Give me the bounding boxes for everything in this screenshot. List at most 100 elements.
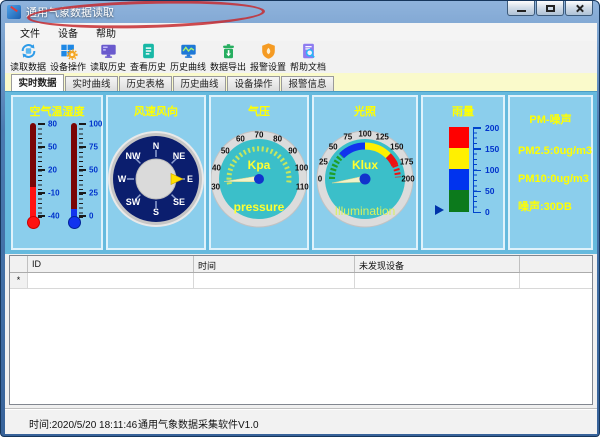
temperature-fill xyxy=(30,187,36,219)
maximize-icon xyxy=(546,5,555,12)
rain-scale-label: 150 xyxy=(485,144,499,154)
light-panel: 光照 Klux Illumination 0 25 50 75 xyxy=(312,95,418,250)
pressure-tick: 110 xyxy=(296,182,309,191)
help-doc-icon xyxy=(299,42,318,60)
document-icon xyxy=(139,42,158,60)
view-history-button[interactable]: 查看历史 xyxy=(128,41,168,73)
tab-history-table[interactable]: 历史表格 xyxy=(119,76,172,91)
menu-device[interactable]: 设备 xyxy=(49,23,87,42)
noise-value: 噪声:30DB xyxy=(518,198,572,214)
pressure-tick: 80 xyxy=(273,135,282,144)
pressure-tick: 40 xyxy=(212,163,221,172)
monitor-icon xyxy=(99,42,118,60)
dir-w: W xyxy=(118,174,127,184)
dir-nw: NW xyxy=(126,151,141,161)
dir-s: S xyxy=(153,207,159,217)
pressure-tick: 60 xyxy=(236,135,245,144)
rain-scale-label: 100 xyxy=(485,165,499,175)
grid-corner-cell xyxy=(10,256,28,272)
tool-label: 帮助文档 xyxy=(290,60,326,73)
rain-bar-blue xyxy=(449,169,469,190)
humidity-thermometer xyxy=(71,123,77,219)
pressure-tick: 30 xyxy=(211,182,220,191)
menu-bar: 文件 设备 帮助 xyxy=(5,23,597,41)
column-header-device[interactable]: 未发现设备 xyxy=(355,256,520,272)
history-curve-button[interactable]: 历史曲线 xyxy=(168,41,208,73)
tool-label: 读取数据 xyxy=(10,60,46,73)
rain-panel: 雨量 200 150 100 50 0 xyxy=(421,95,505,250)
device-operate-button[interactable]: 设备操作 xyxy=(48,41,88,73)
help-doc-button[interactable]: 帮助文档 xyxy=(288,41,328,73)
tab-device-operate[interactable]: 设备操作 xyxy=(227,76,280,91)
windows-gear-icon xyxy=(59,42,78,60)
tab-strip: 实时数据 实时曲线 历史表格 历史曲线 设备操作 报警信息 xyxy=(5,73,597,91)
device-data-grid[interactable]: ID 时间 未发现设备 * xyxy=(9,255,593,405)
app-icon xyxy=(7,5,21,19)
light-tick: 200 xyxy=(401,175,414,184)
tab-realtime-data[interactable]: 实时数据 xyxy=(11,74,64,91)
rain-scale-label: 50 xyxy=(485,186,494,196)
light-caption: Illumination xyxy=(335,204,396,218)
pm10-value: PM10:0ug/m3 xyxy=(518,173,589,185)
pressure-tick: 70 xyxy=(255,131,264,140)
realtime-data-panel: 空气温湿度 80 50 20 -10 -40 xyxy=(5,91,597,254)
status-app-version: 通用气象数据采集软件V1.0 xyxy=(138,416,259,431)
menu-file[interactable]: 文件 xyxy=(11,23,49,42)
light-tick: 50 xyxy=(329,143,338,152)
table-row[interactable]: * xyxy=(10,273,592,289)
dir-ne: NE xyxy=(173,151,186,161)
light-tick: 100 xyxy=(358,130,371,139)
dir-sw: SW xyxy=(126,197,141,207)
tab-alarm-info[interactable]: 报警信息 xyxy=(281,76,334,91)
temp-scale-label: -10 xyxy=(48,189,60,198)
read-data-button[interactable]: 读取数据 xyxy=(8,41,48,73)
rain-bar-yellow xyxy=(449,148,469,169)
light-tick: 25 xyxy=(319,157,328,166)
menu-help[interactable]: 帮助 xyxy=(87,23,125,42)
alarm-shield-icon xyxy=(259,42,278,60)
client-area: 文件 设备 帮助 读取数据 xyxy=(5,23,597,434)
pressure-tick: 90 xyxy=(288,146,297,155)
humidity-scale-label: 50 xyxy=(89,166,98,175)
temp-scale-label: -40 xyxy=(48,212,60,221)
humidity-scale-label: 25 xyxy=(89,189,98,198)
minimize-icon xyxy=(517,10,526,12)
data-export-button[interactable]: 数据导出 xyxy=(208,41,248,73)
light-gauge: Klux Illumination xyxy=(314,97,416,248)
tool-label: 数据导出 xyxy=(210,60,246,73)
pressure-panel: 气压 Kpa pressure 30 40 50 60 70 80 90 100 xyxy=(209,95,309,250)
column-header-time[interactable]: 时间 xyxy=(194,256,355,272)
export-bin-icon xyxy=(219,42,238,60)
pm-noise-panel: PM-噪声 PM2.5:0ug/m3 PM10:0ug/m3 噪声:30DB xyxy=(508,95,593,250)
rain-level-marker xyxy=(435,205,444,215)
pressure-unit: Kpa xyxy=(248,158,271,172)
pm-noise-title: PM-噪声 xyxy=(510,111,591,127)
column-header-id[interactable]: ID xyxy=(28,256,194,272)
tab-history-curve[interactable]: 历史曲线 xyxy=(173,76,226,91)
title-bar[interactable]: 通用气象数据读取 xyxy=(1,1,600,23)
status-bar: 时间:2020/5/20 18:11:46 通用气象数据采集软件V1.0 xyxy=(5,408,597,434)
alarm-settings-button[interactable]: 报警设置 xyxy=(248,41,288,73)
tool-label: 报警设置 xyxy=(250,60,286,73)
light-tick: 0 xyxy=(318,175,322,184)
light-tick: 125 xyxy=(376,133,389,142)
pressure-tick: 50 xyxy=(221,146,230,155)
dir-se: SE xyxy=(173,197,185,207)
read-history-button[interactable]: 读取历史 xyxy=(88,41,128,73)
cell-id[interactable] xyxy=(28,273,194,288)
pressure-caption: pressure xyxy=(234,200,285,214)
cell-time[interactable] xyxy=(194,273,355,288)
rain-scale-label: 0 xyxy=(485,207,490,217)
humidity-scale-label: 0 xyxy=(89,212,93,221)
tool-label: 查看历史 xyxy=(130,60,166,73)
cell-device[interactable] xyxy=(355,273,520,288)
pressure-gauge: Kpa pressure xyxy=(211,97,307,248)
dir-e: E xyxy=(187,174,193,184)
close-button[interactable] xyxy=(565,1,593,16)
tab-realtime-curve[interactable]: 实时曲线 xyxy=(65,76,118,91)
rain-bar-green xyxy=(449,190,469,212)
temp-scale-label: 50 xyxy=(48,143,57,152)
minimize-button[interactable] xyxy=(507,1,535,16)
humidity-scale-label: 100 xyxy=(89,120,102,129)
maximize-button[interactable] xyxy=(536,1,564,16)
